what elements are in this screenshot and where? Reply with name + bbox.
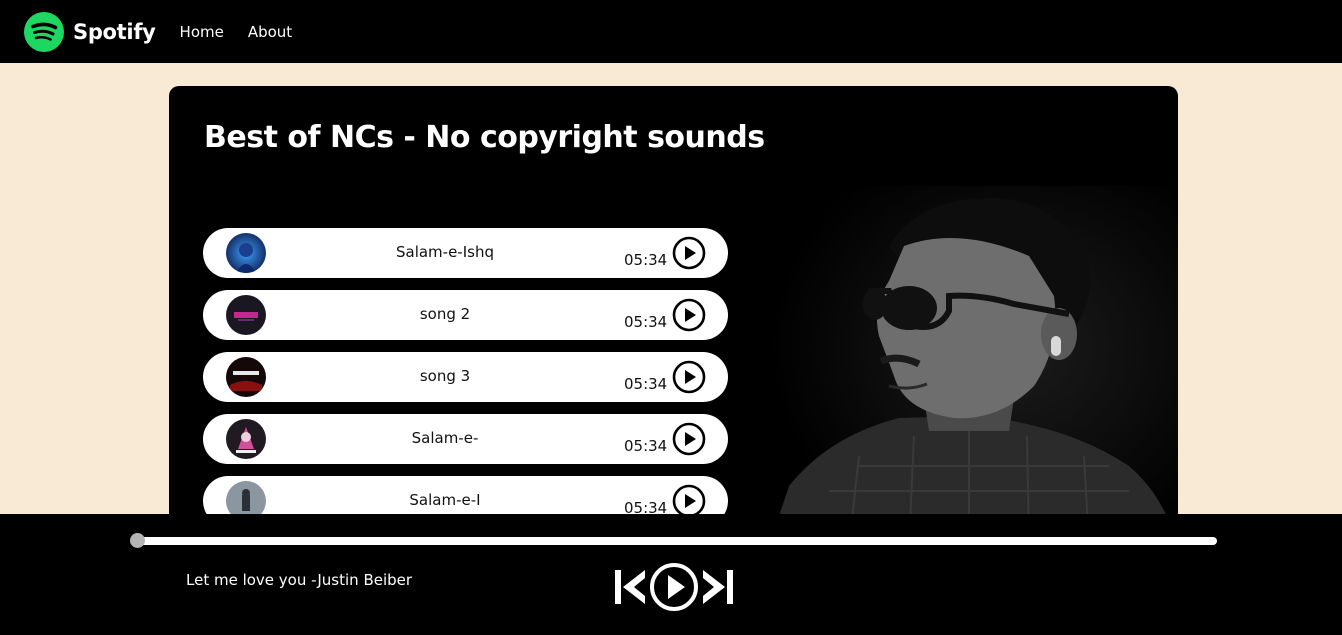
song-list: Salam-e-Ishq 05:34 song 2 05:34 song 3 0… — [203, 228, 728, 538]
now-playing-title: Let me love you -Justin Beiber — [186, 571, 413, 589]
song-cover-image — [226, 357, 266, 397]
song-cover-image — [226, 419, 266, 459]
play-circle-icon[interactable] — [672, 298, 706, 332]
song-item[interactable]: Salam-e-Ishq 05:34 — [203, 228, 728, 278]
song-name: song 3 — [419, 367, 471, 385]
progress-thumb[interactable] — [130, 533, 145, 548]
playlist-container: Best of NCs - No copyright sounds Salam-… — [169, 86, 1178, 546]
song-duration: 05:34 — [624, 437, 668, 455]
song-item[interactable]: song 3 05:34 — [203, 352, 728, 402]
song-duration: 05:34 — [624, 375, 668, 393]
song-name: Salam-e-I — [409, 491, 481, 509]
navbar: Spotify Home About — [0, 0, 1342, 63]
player-bar: Let me love you -Justin Beiber — [0, 514, 1342, 635]
skip-next-icon[interactable] — [701, 569, 735, 605]
play-circle-icon[interactable] — [672, 360, 706, 394]
progress-bar[interactable] — [130, 533, 1217, 548]
player-controls — [613, 562, 735, 612]
play-circle-icon[interactable] — [649, 562, 699, 612]
spotify-logo-icon[interactable] — [24, 11, 64, 52]
play-circle-icon[interactable] — [672, 422, 706, 456]
skip-previous-icon[interactable] — [613, 569, 647, 605]
nav-link-about[interactable]: About — [248, 23, 292, 41]
song-cover-image — [226, 233, 266, 273]
song-item[interactable]: Salam-e- 05:34 — [203, 414, 728, 464]
song-item[interactable]: song 2 05:34 — [203, 290, 728, 340]
play-circle-icon[interactable] — [672, 236, 706, 270]
song-name: Salam-e-Ishq — [395, 243, 494, 261]
song-cover-image — [226, 295, 266, 335]
play-circle-icon[interactable] — [672, 484, 706, 518]
song-name: Salam-e- — [411, 429, 479, 447]
song-duration: 05:34 — [624, 313, 668, 331]
song-duration: 05:34 — [624, 251, 668, 269]
artist-portrait-image — [769, 186, 1178, 546]
song-name: song 2 — [419, 305, 471, 323]
playlist-title: Best of NCs - No copyright sounds — [204, 120, 765, 155]
nav-link-home[interactable]: Home — [180, 23, 224, 41]
brand-name[interactable]: Spotify — [73, 20, 156, 44]
